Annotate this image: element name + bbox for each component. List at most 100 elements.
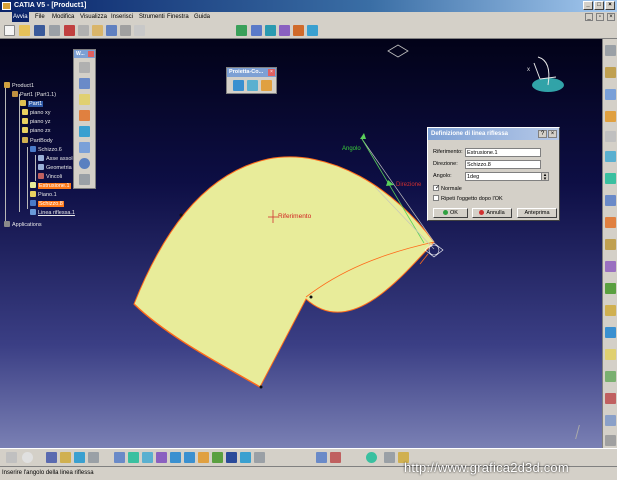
tree-node-part1-instance[interactable]: Part1 (Part1.1)	[12, 91, 56, 99]
tree-node-applications[interactable]: Applications	[4, 221, 42, 229]
catia-app-icon[interactable]	[2, 2, 11, 10]
angolo-field[interactable]: 1deg	[465, 172, 543, 181]
doc-minimize-button[interactable]: _	[585, 13, 593, 21]
fly-icon[interactable]	[114, 452, 125, 463]
pan-icon[interactable]	[265, 25, 276, 36]
riferimento-field[interactable]: Estrusione.1	[465, 148, 541, 157]
normale-checkbox-box[interactable]: ✓	[433, 185, 440, 191]
measure-icon[interactable]	[605, 415, 616, 426]
scaling-icon[interactable]	[605, 371, 616, 382]
circle-icon[interactable]	[79, 158, 90, 169]
translate-icon[interactable]	[605, 305, 616, 316]
spline-icon[interactable]	[79, 174, 90, 185]
open-icon[interactable]	[19, 25, 30, 36]
tree-node-piano-yz[interactable]: piano yz	[22, 118, 51, 126]
menu-inserisci[interactable]: Inserisci	[111, 12, 133, 22]
point-icon[interactable]	[79, 62, 90, 73]
fill-icon[interactable]	[605, 151, 616, 162]
zoom-in-icon[interactable]	[293, 25, 304, 36]
projection-icon[interactable]	[79, 110, 90, 121]
save-icon[interactable]	[34, 25, 45, 36]
affinity-icon[interactable]	[605, 393, 616, 404]
apply-material-icon[interactable]	[330, 452, 341, 463]
floating-toolbar-close-icon[interactable]	[88, 51, 94, 57]
layer-icon[interactable]	[88, 452, 99, 463]
rotate-icon[interactable]	[279, 25, 290, 36]
menu-guida[interactable]: Guida	[194, 12, 210, 22]
extract-icon[interactable]	[605, 283, 616, 294]
fly-mode-icon[interactable]	[236, 25, 247, 36]
combine-icon[interactable]	[247, 80, 258, 91]
new-icon[interactable]	[4, 25, 15, 36]
zoom-out-view-icon[interactable]	[184, 452, 195, 463]
project-combine-toolbar[interactable]: Proietta-Co... ×	[226, 67, 277, 94]
join-icon[interactable]	[605, 195, 616, 206]
menu-file[interactable]: File	[35, 12, 45, 22]
tree-node-piano-xy[interactable]: piano xy	[22, 109, 51, 117]
axis-triad-icon[interactable]: x	[527, 56, 564, 92]
whats-this-icon[interactable]	[134, 25, 145, 36]
close-button[interactable]: ×	[605, 1, 615, 10]
normal-view-icon[interactable]	[198, 452, 209, 463]
analysis-icon[interactable]	[605, 435, 616, 446]
undo-icon[interactable]	[106, 25, 117, 36]
maximize-button[interactable]: □	[594, 1, 604, 10]
comment-icon[interactable]	[22, 452, 33, 463]
extruded-surface[interactable]	[133, 156, 435, 389]
hide-show-icon[interactable]	[240, 452, 251, 463]
tree-node-schizzo-6[interactable]: Schizzo.6	[30, 146, 62, 154]
tree-node-estrusione-1[interactable]: Estrusione.1	[30, 182, 71, 190]
compass-widget[interactable]	[387, 44, 409, 58]
pan-view-icon[interactable]	[142, 452, 153, 463]
tree-node-part1[interactable]: Part1	[20, 100, 44, 108]
project-icon[interactable]	[233, 80, 244, 91]
blend-icon[interactable]	[605, 173, 616, 184]
anteprima-button[interactable]: Anteprima	[517, 208, 557, 218]
reflect-line-tool-icon[interactable]	[261, 80, 272, 91]
sweep-icon[interactable]	[605, 131, 616, 142]
material-icon[interactable]	[316, 452, 327, 463]
paste-icon[interactable]	[92, 25, 103, 36]
rotate-view-icon[interactable]	[156, 452, 167, 463]
tree-node-schizzo-8[interactable]: Schizzo.8	[30, 200, 64, 208]
ripeti-checkbox-box[interactable]	[433, 195, 439, 201]
plane-tool-icon[interactable]	[79, 94, 90, 105]
measure-between-icon[interactable]	[384, 452, 395, 463]
doc-restore-button[interactable]: ▫	[596, 13, 604, 21]
tree-node-piano-1[interactable]: Piano.1	[30, 191, 57, 199]
formula-icon[interactable]	[6, 452, 17, 463]
menu-avvia[interactable]: Avvia	[12, 12, 29, 22]
tree-node-piano-zx[interactable]: piano zx	[22, 127, 51, 135]
update-icon[interactable]	[366, 452, 377, 463]
wireframe-floating-toolbar[interactable]: W...	[73, 49, 96, 189]
extrude-tool-icon[interactable]	[605, 89, 616, 100]
dialog-help-button[interactable]: ?	[538, 130, 547, 138]
ok-button[interactable]: OK	[433, 208, 468, 218]
annulla-button[interactable]: Annulla	[472, 208, 512, 218]
tree-node-product1[interactable]: Product1	[4, 82, 34, 90]
dialog-close-button[interactable]: ×	[548, 130, 557, 138]
line-icon[interactable]	[79, 78, 90, 89]
symmetry-icon[interactable]	[605, 349, 616, 360]
angolo-spinner[interactable]: ▴ ▾	[541, 172, 549, 182]
sketch-tool-icon[interactable]	[605, 67, 616, 78]
iso-view-icon[interactable]	[212, 452, 223, 463]
split-icon[interactable]	[605, 217, 616, 228]
ripeti-checkbox[interactable]: Ripeti l'oggetto dopo l'OK	[433, 195, 503, 202]
menu-modifica[interactable]: Modifica	[52, 12, 74, 22]
fit-icon[interactable]	[128, 452, 139, 463]
cut-icon[interactable]	[64, 25, 75, 36]
catalog-icon[interactable]	[46, 452, 57, 463]
redo-icon[interactable]	[120, 25, 131, 36]
minimize-button[interactable]: _	[583, 1, 593, 10]
normale-checkbox[interactable]: ✓ Normale	[433, 185, 462, 192]
menu-finestra[interactable]: Finestra	[167, 12, 189, 22]
tree-node-partbody[interactable]: PartBody	[22, 137, 53, 145]
zoom-out-icon[interactable]	[307, 25, 318, 36]
select-icon[interactable]	[605, 45, 616, 56]
menu-strumenti[interactable]: Strumenti	[139, 12, 165, 22]
menu-visualizza[interactable]: Visualizza	[80, 12, 107, 22]
boundary-icon[interactable]	[605, 261, 616, 272]
fit-all-icon[interactable]	[251, 25, 262, 36]
project-toolbar-close-icon[interactable]: ×	[268, 69, 275, 76]
